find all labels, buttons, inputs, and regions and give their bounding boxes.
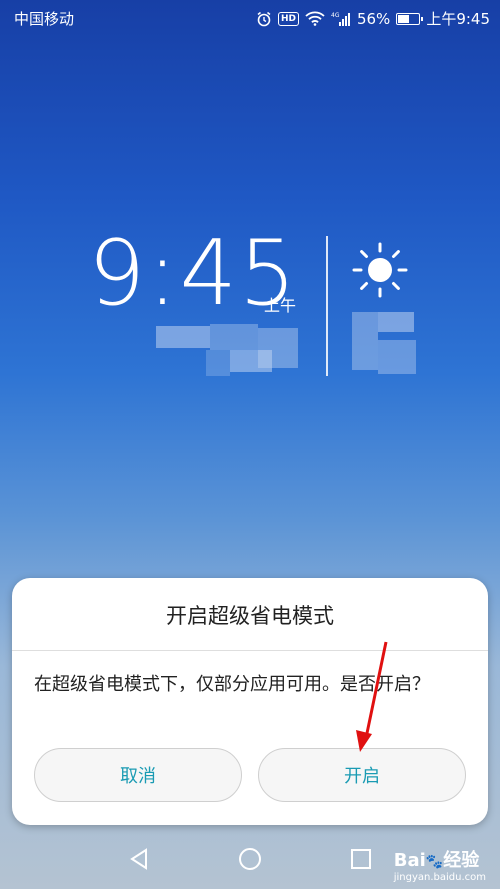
status-icons: HD 4G 56% 上午9:45 — [256, 8, 490, 29]
watermark-brand-suffix: 经验 — [443, 850, 480, 871]
status-time: 上午9:45 — [426, 10, 490, 28]
baidu-watermark: Bai🐾经验 jingyan.baidu.com — [394, 846, 486, 883]
battery-percent: 56% — [356, 9, 391, 28]
back-icon[interactable] — [124, 844, 154, 874]
cancel-button[interactable]: 取消 — [34, 748, 242, 802]
enable-button[interactable]: 开启 — [258, 748, 466, 802]
watermark-domain: jingyan.baidu.com — [393, 872, 486, 883]
svg-text:4G: 4G — [331, 12, 340, 19]
recents-icon[interactable] — [346, 844, 376, 874]
battery-icon — [396, 12, 424, 25]
sun-icon — [352, 242, 408, 298]
widget-divider — [326, 236, 328, 376]
battery-fill — [398, 14, 409, 23]
wifi-icon — [305, 11, 325, 26]
4g-signal-icon: 4G — [331, 12, 350, 26]
alarm-icon — [257, 11, 271, 26]
status-bar: 中国移动 HD 4G 56% 上午9:45 — [0, 0, 500, 34]
clock-ampm: 上午 — [264, 296, 297, 315]
home-icon[interactable] — [235, 844, 265, 874]
paw-icon: 🐾 — [425, 854, 444, 870]
carrier-label: 中国移动 — [14, 10, 75, 28]
dialog-message: 在超级省电模式下，仅部分应用可用。是否开启？ — [34, 674, 430, 695]
dialog-divider — [12, 650, 488, 651]
hd-icon: HD — [277, 11, 299, 26]
dialog-title: 开启超级省电模式 — [166, 604, 334, 628]
watermark-brand: Bai — [393, 850, 426, 871]
power-saving-dialog: 开启超级省电模式 在超级省电模式下，仅部分应用可用。是否开启？ 取消 开启 — [12, 578, 488, 825]
